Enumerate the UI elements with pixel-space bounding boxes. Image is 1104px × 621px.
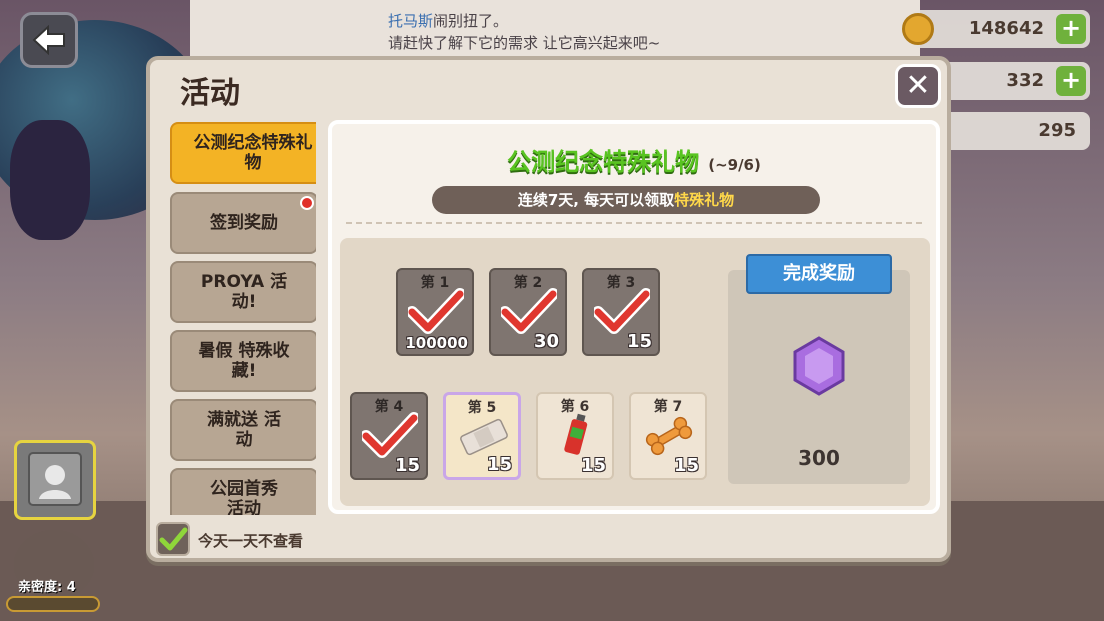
heart-value: 295 [1038,120,1076,141]
add-gem-button[interactable]: + [1056,66,1086,96]
event-title: 公测纪念特殊礼物 (~9/6) [332,142,936,177]
notification-badge [300,196,314,210]
back-button[interactable] [20,12,78,68]
intimacy-bar [6,596,100,612]
event-description: 连续7天, 每天可以领取特殊礼物 [432,186,820,214]
notice-line2: 请赶快了解下它的需求 让它高兴起来吧~ [388,34,661,52]
tab-label: 暑假 特殊收藏! [198,341,290,381]
bone-treat-icon [645,416,693,456]
tab-spend-reward[interactable]: 满就送 活动 [170,399,316,461]
day-qty: 15 [673,455,699,476]
pet-name: 托马斯 [388,12,434,30]
day-qty: 15 [394,455,420,476]
day-card-4[interactable]: 第 4 15 [350,392,428,480]
spray-can-icon [564,413,588,455]
tab-label: 公测纪念特殊礼物 [193,133,313,173]
decor-lamp [10,120,90,240]
purple-gem-icon [793,336,845,396]
reward-value: 300 [798,446,840,470]
event-detail-panel: 公测纪念特殊礼物 (~9/6) 连续7天, 每天可以领取特殊礼物 第 1 100… [328,120,940,514]
checkmark-icon [159,527,188,551]
divider [346,222,922,224]
add-coin-button[interactable]: + [1056,14,1086,44]
notice-line1: 闹别扭了。 [433,12,509,30]
checkmark-icon [408,288,464,334]
completion-reward[interactable]: 完成奖励 300 [728,254,910,484]
reward-banner: 完成奖励 [746,254,892,294]
coin-counter: 148642 + [902,10,1090,48]
tab-park-debut[interactable]: 公园首秀 活动 [170,468,316,515]
coin-icon [902,13,934,45]
intimacy-label: 亲密度: 4 [18,580,76,595]
event-tab-list[interactable]: 公测纪念特殊礼物 签到奖励 PROYA 活动! 暑假 特殊收藏! 满就送 活动 … [166,122,316,515]
tab-label: PROYA 活动! [200,272,288,312]
day-card-1[interactable]: 第 1 100000 [396,268,474,356]
day-qty: 30 [533,331,559,352]
coin-value: 148642 [968,18,1044,39]
tab-label: 满就送 活动 [207,410,281,450]
desc-prefix: 连续7天, 每天可以领取 [517,191,675,209]
dont-show-today-checkbox[interactable] [156,522,190,556]
day-qty: 15 [626,331,652,352]
event-name: 公测纪念特殊礼物 [507,148,700,176]
close-button[interactable]: ✕ [895,64,941,108]
dont-show-today-label: 今天一天不查看 [198,532,304,550]
dialog-title: 活动 [180,76,240,111]
tab-summer-collection[interactable]: 暑假 特殊收藏! [170,330,316,392]
day-card-7[interactable]: 第 7 15 [629,392,707,480]
tab-sign-in[interactable]: 签到奖励 [170,192,316,254]
day-qty: 100000 [405,334,468,352]
gem-value: 332 [1006,70,1044,91]
event-date-range: (~9/6) [708,156,761,174]
checkmark-icon [501,288,557,334]
checkmark-icon [362,412,418,458]
tab-label: 签到奖励 [210,213,278,233]
event-dialog: 活动 ✕ 公测纪念特殊礼物 签到奖励 PROYA 活动! 暑假 特殊收藏! 满就… [146,56,951,562]
tab-launch-gift[interactable]: 公测纪念特殊礼物 [170,122,316,184]
avatar-placeholder-icon [28,452,82,506]
desc-highlight: 特殊礼物 [674,191,735,209]
day-card-2[interactable]: 第 2 30 [489,268,567,356]
player-avatar-slot[interactable] [14,440,96,520]
arrow-left-icon [32,25,65,55]
checkmark-icon [594,288,650,334]
day-card-6[interactable]: 第 6 15 [536,392,614,480]
day-qty: 15 [580,455,606,476]
day-qty: 15 [486,454,512,475]
tab-proya[interactable]: PROYA 活动! [170,261,316,323]
pet-notice: 托马斯闹别扭了。 请赶快了解下它的需求 让它高兴起来吧~ [388,10,660,54]
day-card-5[interactable]: 第 5 15 [443,392,521,480]
day-card-3[interactable]: 第 3 15 [582,268,660,356]
tab-label: 公园首秀 活动 [210,479,278,515]
